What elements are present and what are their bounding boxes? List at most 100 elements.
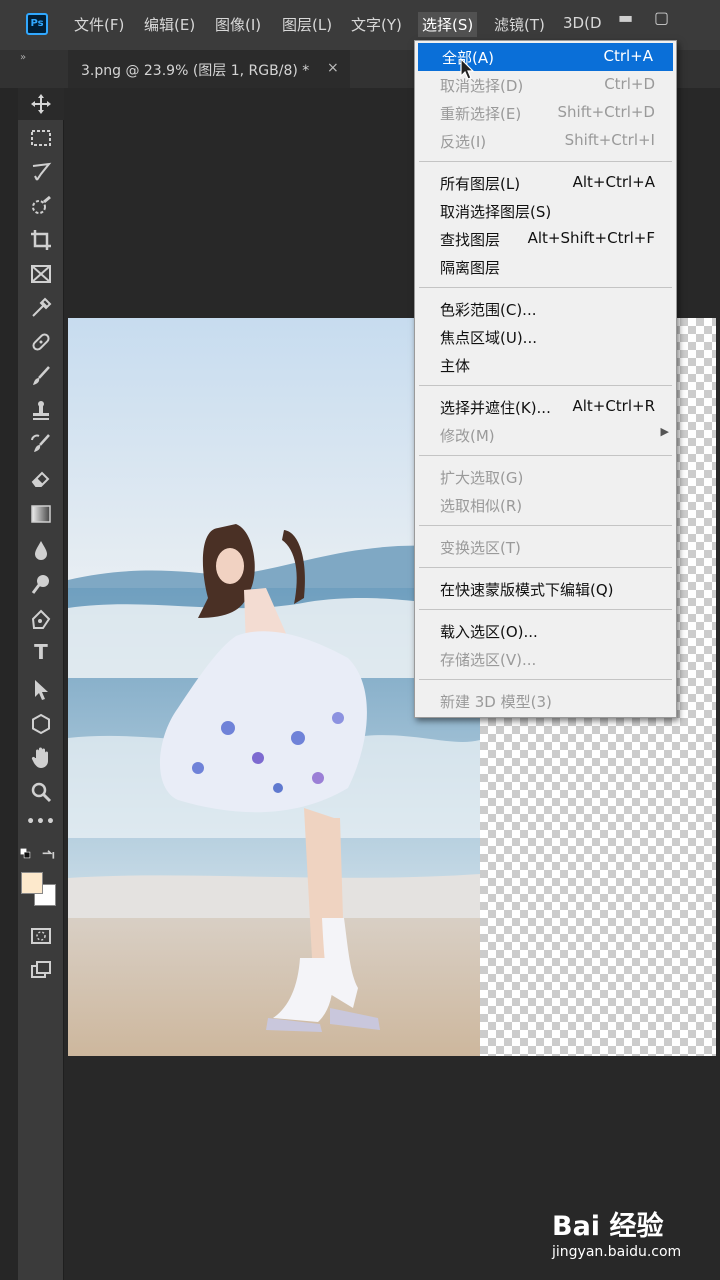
menu-separator: [419, 287, 672, 288]
pen-tool-icon[interactable]: [18, 604, 64, 636]
select-menu-item[interactable]: 在快速蒙版模式下编辑(Q): [416, 575, 675, 603]
healing-brush-tool-icon[interactable]: [18, 326, 64, 358]
type-tool-icon[interactable]: T: [18, 638, 64, 670]
menu-item-label: 新建 3D 模型(3): [440, 693, 552, 711]
menu-item-label: 查找图层: [440, 231, 501, 249]
select-menu-item[interactable]: 存储选区(V)...: [416, 645, 675, 673]
maximize-icon[interactable]: ▢: [654, 8, 669, 27]
menu-filter[interactable]: 滤镜(T): [494, 14, 545, 35]
menu-edit[interactable]: 编辑(E): [144, 14, 195, 35]
select-menu-item[interactable]: 查找图层 Alt+Shift+Ctrl+F: [416, 225, 675, 253]
collapse-panel-icon[interactable]: »: [20, 52, 26, 63]
menu-item-shortcut: Shift+Ctrl+D: [557, 103, 655, 121]
menu-item-label: 修改(M): [440, 427, 495, 445]
select-menu-dropdown: 全部(A) Ctrl+A 取消选择(D) Ctrl+D 重新选择(E) Shift+Ctr…: [414, 40, 677, 718]
mouse-cursor-icon: [460, 58, 475, 80]
hand-tool-icon[interactable]: [18, 742, 64, 774]
menu-item-label: 载入选区(O)...: [440, 623, 538, 641]
select-menu-item[interactable]: 选取相似(R): [416, 491, 675, 519]
menu-image[interactable]: 图像(I): [215, 14, 261, 35]
document-tab-title: 3.png @ 23.9% (图层 1, RGB/8) *: [81, 63, 310, 79]
select-menu-item[interactable]: 新建 3D 模型(3): [416, 687, 675, 715]
menu-item-label: 隔离图层: [440, 259, 501, 277]
path-select-tool-icon[interactable]: [18, 674, 64, 706]
menu-item-shortcut: Shift+Ctrl+I: [564, 131, 655, 149]
screen-mode-icon[interactable]: [18, 954, 64, 986]
select-menu-item[interactable]: 扩大选取(G): [416, 463, 675, 491]
menu-item-shortcut: Ctrl+D: [604, 75, 655, 93]
lasso-tool-icon[interactable]: [18, 156, 64, 188]
menu-item-label: 取消选择(D): [440, 77, 524, 95]
type-tool-glyph: T: [34, 640, 48, 664]
clone-stamp-tool-icon[interactable]: [18, 394, 64, 426]
select-menu-item[interactable]: 载入选区(O)...: [416, 617, 675, 645]
menu-separator: [419, 609, 672, 610]
shape-tool-icon[interactable]: [18, 708, 64, 740]
select-menu-item[interactable]: 所有图层(L) Alt+Ctrl+A: [416, 169, 675, 197]
blur-tool-icon[interactable]: [18, 534, 64, 566]
gradient-tool-icon[interactable]: [18, 498, 64, 530]
more-tools-glyph: •••: [26, 814, 56, 830]
menu-file[interactable]: 文件(F): [74, 14, 124, 35]
menu-item-label: 焦点区域(U)...: [440, 329, 537, 347]
close-icon[interactable]: ×: [327, 60, 339, 76]
foreground-color-swatch[interactable]: [21, 872, 43, 894]
default-colors-icon[interactable]: [18, 848, 64, 868]
select-menu-item[interactable]: 主体: [416, 351, 675, 379]
zoom-tool-icon[interactable]: [18, 776, 64, 808]
menu-3d[interactable]: 3D(D): [563, 14, 601, 32]
select-menu-item[interactable]: 修改(M) ▶: [416, 421, 675, 449]
menu-item-label: 存储选区(V)...: [440, 651, 537, 669]
minimize-icon[interactable]: ▬: [618, 8, 633, 27]
watermark-logo-text: Bai 经验: [552, 1211, 664, 1242]
more-tools-icon[interactable]: •••: [18, 812, 64, 844]
baidu-watermark: Bai 经验 jingyan.baidu.com: [552, 1204, 702, 1270]
select-menu-item[interactable]: 变换选区(T): [416, 533, 675, 561]
select-menu-item[interactable]: 色彩范围(C)...: [416, 295, 675, 323]
menu-item-shortcut: Ctrl+A: [603, 47, 653, 65]
menu-layer[interactable]: 图层(L): [282, 14, 332, 35]
marquee-tool-icon[interactable]: [18, 122, 64, 154]
menu-separator: [419, 679, 672, 680]
eraser-tool-icon[interactable]: [18, 462, 64, 494]
menu-item-label: 取消选择图层(S): [440, 203, 552, 221]
select-menu-item[interactable]: 重新选择(E) Shift+Ctrl+D: [416, 99, 675, 127]
eyedropper-tool-icon[interactable]: [18, 292, 64, 324]
menu-item-label: 选择并遮住(K)...: [440, 399, 551, 417]
crop-tool-icon[interactable]: [18, 224, 64, 256]
menu-type[interactable]: 文字(Y): [351, 14, 402, 35]
menu-item-label: 所有图层(L): [440, 175, 521, 193]
menu-item-label: 主体: [440, 357, 471, 375]
left-gutter: [0, 88, 18, 1280]
menu-separator: [419, 455, 672, 456]
select-menu-item[interactable]: 全部(A) Ctrl+A: [418, 43, 673, 71]
select-menu-item[interactable]: 取消选择图层(S): [416, 197, 675, 225]
quick-mask-icon[interactable]: [18, 920, 64, 952]
select-menu-item[interactable]: 选择并遮住(K)... Alt+Ctrl+R: [416, 393, 675, 421]
select-menu-item[interactable]: 焦点区域(U)...: [416, 323, 675, 351]
menu-item-label: 在快速蒙版模式下编辑(Q): [440, 581, 614, 599]
history-brush-tool-icon[interactable]: [18, 428, 64, 460]
select-menu-item[interactable]: 隔离图层: [416, 253, 675, 281]
menu-item-shortcut: Alt+Ctrl+A: [572, 173, 655, 191]
quick-select-tool-icon[interactable]: [18, 190, 64, 222]
dodge-tool-icon[interactable]: [18, 568, 64, 600]
menu-item-shortcut: Alt+Ctrl+R: [572, 397, 655, 415]
select-menu-item[interactable]: 反选(I) Shift+Ctrl+I: [416, 127, 675, 155]
document-tab[interactable]: 3.png @ 23.9% (图层 1, RGB/8) * ×: [68, 50, 350, 88]
menu-item-shortcut: Alt+Shift+Ctrl+F: [527, 229, 655, 247]
menu-item-label: 选取相似(R): [440, 497, 523, 515]
menu-item-label: 色彩范围(C)...: [440, 301, 537, 319]
menu-select[interactable]: 选择(S): [418, 12, 478, 37]
frame-tool-icon[interactable]: [18, 258, 64, 290]
tools-panel: T •••: [18, 88, 64, 1280]
photoshop-logo[interactable]: Ps: [26, 13, 48, 35]
menu-separator: [419, 161, 672, 162]
select-menu-item[interactable]: 取消选择(D) Ctrl+D: [416, 71, 675, 99]
menu-item-label: 变换选区(T): [440, 539, 521, 557]
brush-tool-icon[interactable]: [18, 360, 64, 392]
menu-item-label: 扩大选取(G): [440, 469, 524, 487]
watermark-url: jingyan.baidu.com: [552, 1244, 682, 1260]
menu-separator: [419, 385, 672, 386]
move-tool-icon[interactable]: [18, 88, 64, 120]
